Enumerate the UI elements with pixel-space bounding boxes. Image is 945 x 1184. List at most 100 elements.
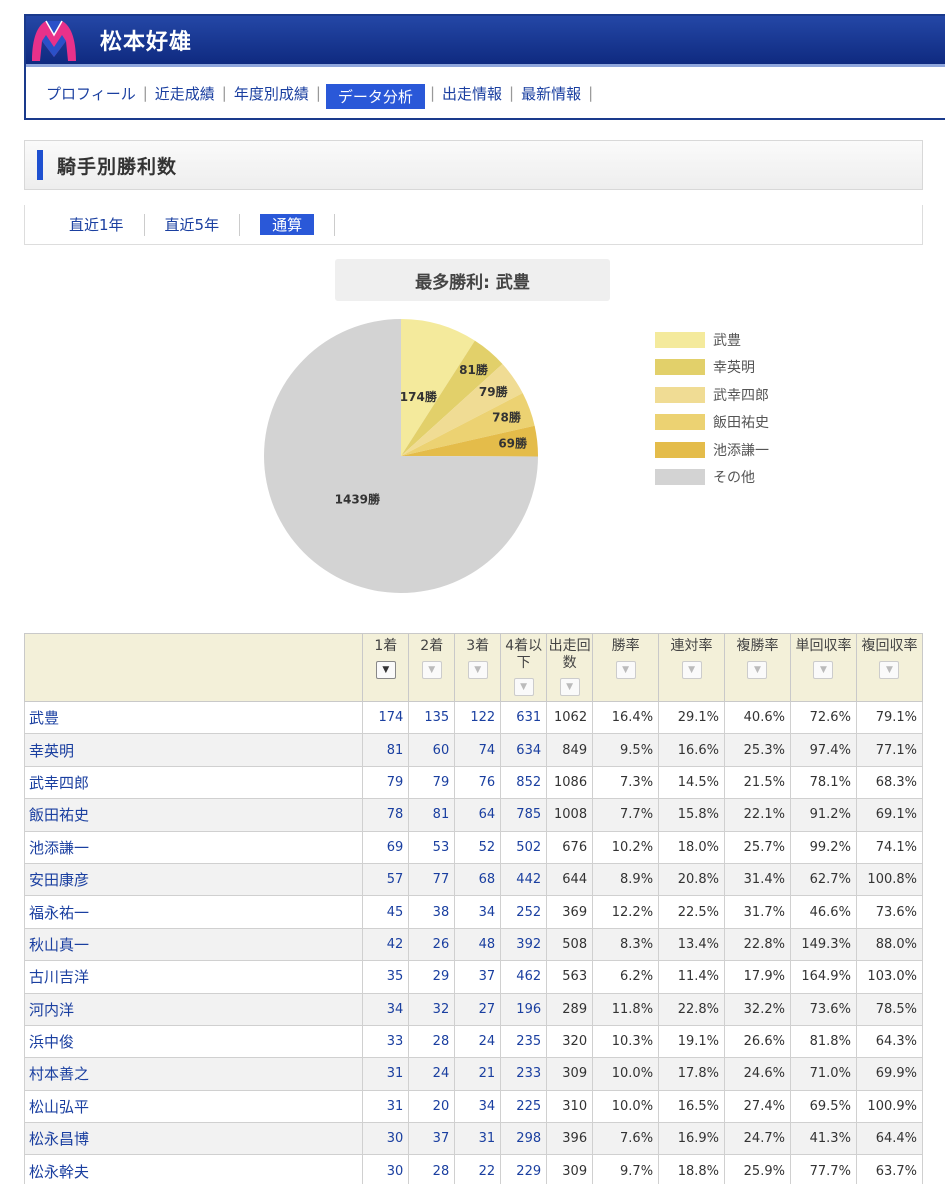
sort-arrow-icon[interactable]: ▼ — [615, 660, 636, 679]
count-link[interactable]: 79 — [362, 765, 410, 800]
count-link[interactable]: 852 — [500, 765, 548, 800]
sort-arrow-icon[interactable]: ▼ — [513, 677, 534, 696]
jockey-name-link[interactable]: 安田康彦 — [23, 862, 364, 897]
count-link[interactable]: 298 — [500, 1122, 548, 1156]
count-link[interactable]: 32 — [408, 992, 456, 1026]
sort-arrow-icon[interactable]: ▼ — [421, 660, 442, 679]
count-link[interactable]: 52 — [454, 830, 502, 864]
nav-item-2[interactable]: 年度別成績 — [232, 83, 311, 104]
count-link[interactable]: 785 — [500, 798, 548, 832]
sort-arrow-icon[interactable]: ▼ — [747, 660, 768, 679]
count-link[interactable]: 37 — [408, 1122, 456, 1156]
count-link[interactable]: 28 — [408, 1024, 456, 1059]
count-link[interactable]: 24 — [454, 1024, 502, 1059]
count-link[interactable]: 78 — [362, 798, 410, 832]
count-link[interactable]: 30 — [362, 1122, 410, 1156]
count-link[interactable]: 27 — [454, 992, 502, 1026]
jockey-name-link[interactable]: 松山弘平 — [23, 1089, 364, 1124]
jockey-name-link[interactable]: 飯田祐史 — [23, 798, 364, 832]
count-link[interactable]: 45 — [362, 895, 410, 929]
count-link[interactable]: 252 — [500, 895, 548, 929]
count-link[interactable]: 60 — [408, 733, 456, 767]
count-link[interactable]: 34 — [454, 1089, 502, 1124]
count-link[interactable]: 634 — [500, 733, 548, 767]
jockey-name-link[interactable]: 浜中俊 — [23, 1024, 364, 1059]
count-link[interactable]: 29 — [408, 960, 456, 994]
column-header-label: 複勝率 — [736, 638, 779, 654]
jockey-name-link[interactable]: 武豊 — [23, 700, 364, 735]
count-link[interactable]: 48 — [454, 927, 502, 962]
jockey-name-link[interactable]: 武幸四郎 — [23, 765, 364, 800]
count-link[interactable]: 174 — [362, 700, 410, 735]
jockey-name-link[interactable]: 村本善之 — [23, 1057, 364, 1091]
count-link[interactable]: 77 — [408, 862, 456, 897]
count-link[interactable]: 235 — [500, 1024, 548, 1059]
tab-period-2[interactable]: 通算 — [260, 214, 315, 235]
count-link[interactable]: 135 — [408, 700, 456, 735]
sort-arrow-icon[interactable]: ▼ — [813, 660, 834, 679]
count-link[interactable]: 26 — [408, 927, 456, 962]
count-link[interactable]: 74 — [454, 733, 502, 767]
table-row: 村本善之 31 24 21 233 309 10.0% 17.8% 24.6% 71.0% 69.9… — [23, 1057, 924, 1091]
count-link[interactable]: 68 — [454, 862, 502, 897]
sort-arrow-icon[interactable]: ▼ — [681, 660, 702, 679]
count-link[interactable]: 225 — [500, 1089, 548, 1124]
count-link[interactable]: 233 — [500, 1057, 548, 1091]
nav-item-5[interactable]: 最新情報 — [519, 83, 583, 104]
count-link[interactable]: 24 — [408, 1057, 456, 1091]
count-link[interactable]: 442 — [500, 862, 548, 897]
count-link[interactable]: 42 — [362, 927, 410, 962]
jockey-name-link[interactable]: 幸英明 — [23, 733, 364, 767]
count-link[interactable]: 57 — [362, 862, 410, 897]
nav-item-4[interactable]: 出走情報 — [440, 83, 504, 104]
count-link[interactable]: 122 — [454, 700, 502, 735]
stat-cell: 46.6% — [789, 895, 857, 929]
count-link[interactable]: 38 — [408, 895, 456, 929]
jockey-name-link[interactable]: 秋山真一 — [23, 927, 364, 962]
count-link[interactable]: 229 — [500, 1154, 548, 1184]
count-link[interactable]: 392 — [500, 927, 548, 962]
count-link[interactable]: 81 — [408, 798, 456, 832]
stat-cell: 100.9% — [855, 1089, 924, 1124]
count-link[interactable]: 22 — [454, 1154, 502, 1184]
count-link[interactable]: 462 — [500, 960, 548, 994]
count-link[interactable]: 37 — [454, 960, 502, 994]
count-link[interactable]: 34 — [362, 992, 410, 1026]
sort-arrow-icon[interactable]: ▼ — [879, 660, 900, 679]
tab-period-1[interactable]: 直近5年 — [165, 214, 220, 235]
count-link[interactable]: 21 — [454, 1057, 502, 1091]
nav-item-3[interactable]: データ分析 — [325, 83, 425, 109]
count-link[interactable]: 30 — [362, 1154, 410, 1184]
count-link[interactable]: 31 — [362, 1089, 410, 1124]
count-link[interactable]: 20 — [408, 1089, 456, 1124]
stat-cell: 17.8% — [658, 1057, 726, 1091]
jockey-name-link[interactable]: 河内洋 — [23, 992, 364, 1026]
count-link[interactable]: 28 — [408, 1154, 456, 1184]
count-link[interactable]: 34 — [454, 895, 502, 929]
legend-item: 武幸四郎 — [655, 381, 769, 409]
jockey-name-link[interactable]: 古川吉洋 — [23, 960, 364, 994]
nav-item-1[interactable]: 近走成績 — [153, 83, 217, 104]
count-link[interactable]: 76 — [454, 765, 502, 800]
nav-item-0[interactable]: プロフィール — [44, 83, 138, 104]
jockey-name-link[interactable]: 松永昌博 — [23, 1122, 364, 1156]
count-link[interactable]: 69 — [362, 830, 410, 864]
count-link[interactable]: 53 — [408, 830, 456, 864]
count-link[interactable]: 35 — [362, 960, 410, 994]
sort-arrow-icon[interactable]: ▼ — [375, 660, 396, 679]
sort-arrow-icon[interactable]: ▼ — [559, 677, 580, 696]
count-link[interactable]: 631 — [500, 700, 548, 735]
count-link[interactable]: 64 — [454, 798, 502, 832]
sort-arrow-icon[interactable]: ▼ — [467, 660, 488, 679]
count-link[interactable]: 33 — [362, 1024, 410, 1059]
count-link[interactable]: 31 — [454, 1122, 502, 1156]
jockey-name-link[interactable]: 松永幹夫 — [23, 1154, 364, 1184]
jockey-name-link[interactable]: 池添謙一 — [23, 830, 364, 864]
count-link[interactable]: 196 — [500, 992, 548, 1026]
count-link[interactable]: 81 — [362, 733, 410, 767]
count-link[interactable]: 31 — [362, 1057, 410, 1091]
tab-period-0[interactable]: 直近1年 — [69, 214, 124, 235]
count-link[interactable]: 502 — [500, 830, 548, 864]
count-link[interactable]: 79 — [408, 765, 456, 800]
jockey-name-link[interactable]: 福永祐一 — [23, 895, 364, 929]
